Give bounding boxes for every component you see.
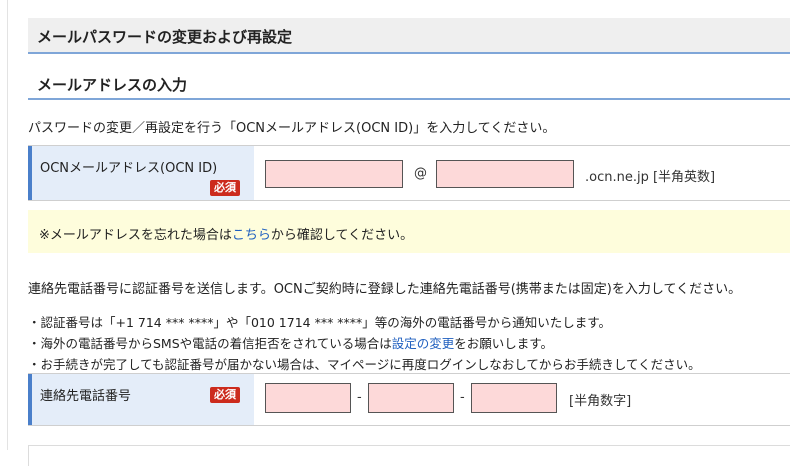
settings-change-link[interactable]: 設定の変更 xyxy=(392,336,455,351)
domain-suffix: .ocn.ne.jp [半角英数] xyxy=(585,170,716,185)
email-label-cell: OCNメールアドレス(OCN ID) 必須 xyxy=(28,146,254,200)
notice-text: ※メールアドレスを忘れた場合はこちらから確認してください。 xyxy=(39,224,413,243)
page-content: メールパスワードの変更および再設定 メールアドレスの入力 パスワードの変更／再設… xyxy=(28,0,790,466)
phone-intro-text: 連絡先電話番号に認証番号を送信します。OCNご契約時に登録した連絡先電話番号(携… xyxy=(28,282,742,297)
dash-separator: - xyxy=(357,390,362,405)
main-header: メールパスワードの変更および再設定 xyxy=(28,18,790,54)
at-symbol: @ xyxy=(414,166,427,181)
phone-part3-input[interactable] xyxy=(471,383,557,413)
section-title: メールアドレスの入力 xyxy=(37,76,188,94)
notice-prefix: ※メールアドレスを忘れた場合は xyxy=(39,228,232,243)
email-subdomain-input[interactable] xyxy=(436,160,574,188)
left-page-border xyxy=(0,0,8,450)
email-form-row: OCNメールアドレス(OCN ID) 必須 @ .ocn.ne.jp [半角英数… xyxy=(28,145,790,201)
page-title: メールパスワードの変更および再設定 xyxy=(37,28,293,46)
required-badge: 必須 xyxy=(210,180,240,196)
phone-part1-input[interactable] xyxy=(265,383,351,413)
list-item-text: ・海外の電話番号からSMSや電話の着信拒否をされている場合は xyxy=(28,336,392,351)
list-item: ・海外の電話番号からSMSや電話の着信拒否をされている場合は設定の変更をお願いし… xyxy=(28,333,553,352)
intro-text: パスワードの変更／再設定を行う「OCNメールアドレス(OCN ID)」を入力して… xyxy=(28,121,556,136)
section-header: メールアドレスの入力 xyxy=(28,64,790,100)
list-item-text: をお願いします。 xyxy=(454,336,554,351)
phone-hint: [半角数字] xyxy=(569,394,632,409)
required-badge: 必須 xyxy=(210,387,240,403)
email-user-input[interactable] xyxy=(265,160,403,188)
list-item: ・認証番号は「+1 714 *** ****」や「010 1714 *** **… xyxy=(28,315,612,330)
forgot-address-notice: ※メールアドレスを忘れた場合はこちらから確認してください。 xyxy=(28,210,790,253)
phone-label: 連絡先電話番号 xyxy=(40,389,132,404)
phone-part2-input[interactable] xyxy=(368,383,454,413)
dash-separator: - xyxy=(460,390,465,405)
phone-label-cell: 連絡先電話番号 必須 xyxy=(28,374,254,425)
list-item: ・お手続きが完了しても認証番号が届かない場合は、マイページに再度ログインしなおし… xyxy=(28,357,701,372)
notice-suffix: から確認してください。 xyxy=(270,228,414,243)
next-section-box xyxy=(28,445,790,466)
phone-form-row: 連絡先電話番号 必須 - - [半角数字] xyxy=(28,373,790,426)
lookup-link[interactable]: こちら xyxy=(232,228,271,243)
email-label: OCNメールアドレス(OCN ID) xyxy=(40,161,218,176)
